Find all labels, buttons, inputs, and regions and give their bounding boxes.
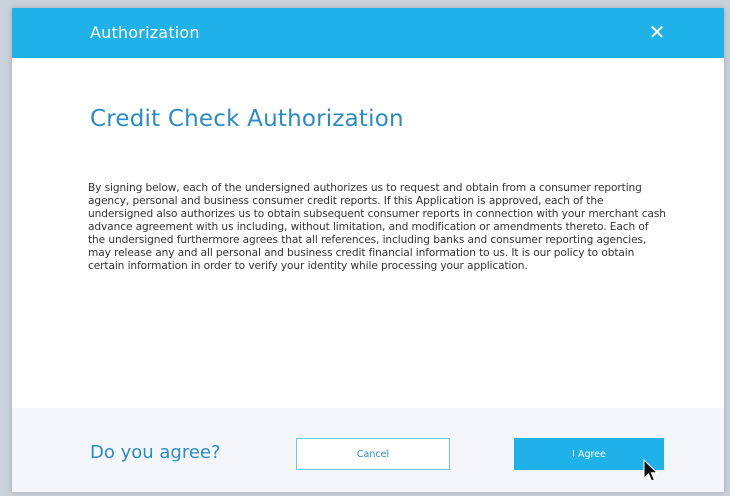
dialog-title: Authorization bbox=[90, 23, 200, 42]
close-icon[interactable]: ✕ bbox=[646, 21, 668, 43]
agree-question: Do you agree? bbox=[90, 442, 221, 463]
dialog-titlebar: Authorization ✕ bbox=[12, 8, 724, 58]
authorization-dialog: Authorization ✕ Credit Check Authorizati… bbox=[12, 8, 724, 492]
agree-button[interactable]: I Agree bbox=[514, 438, 664, 470]
cancel-button[interactable]: Cancel bbox=[296, 438, 450, 470]
authorization-text: By signing below, each of the undersigne… bbox=[88, 182, 666, 272]
dialog-heading: Credit Check Authorization bbox=[90, 106, 404, 132]
dialog-footer: Do you agree? Cancel I Agree bbox=[12, 408, 724, 492]
dialog-body: Credit Check Authorization By signing be… bbox=[12, 58, 724, 408]
